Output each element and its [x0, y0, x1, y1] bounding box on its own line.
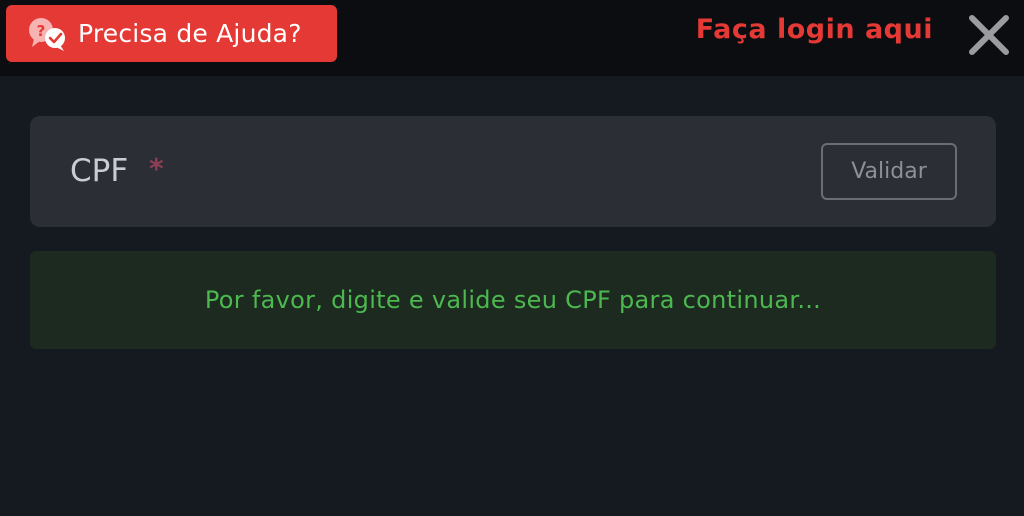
cpf-label: CPF	[70, 153, 129, 189]
close-icon[interactable]	[966, 12, 1012, 58]
validate-button[interactable]: Validar	[821, 143, 957, 200]
help-button[interactable]: ? Precisa de Ajuda?	[6, 5, 337, 62]
top-bar: ? Precisa de Ajuda? Faça login aqui	[0, 0, 1024, 76]
svg-text:?: ?	[37, 22, 46, 40]
required-asterisk: *	[149, 152, 164, 185]
cpf-input[interactable]	[200, 141, 804, 203]
info-message-panel: Por favor, digite e valide seu CPF para …	[30, 251, 996, 349]
login-link[interactable]: Faça login aqui	[696, 14, 933, 45]
help-button-label: Precisa de Ajuda?	[78, 19, 302, 48]
cpf-field-panel: CPF * Validar	[30, 116, 996, 227]
chat-question-icon: ?	[26, 16, 70, 52]
info-message-text: Por favor, digite e valide seu CPF para …	[204, 286, 822, 314]
